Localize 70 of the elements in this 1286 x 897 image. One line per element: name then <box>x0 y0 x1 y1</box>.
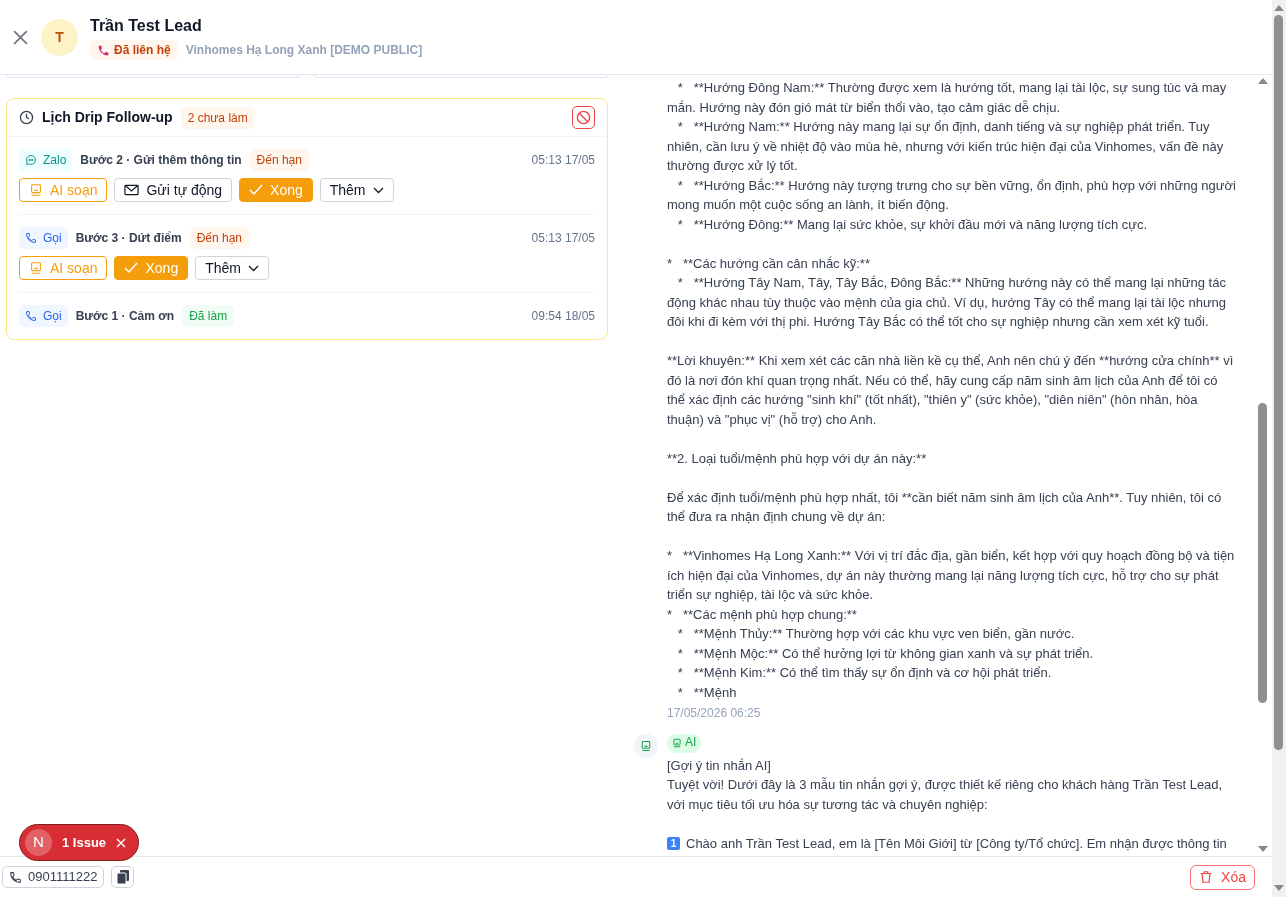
message-paragraph: Chào anh Trần Test Lead, em là [Tên Môi Giới] từ [Công ty/Tổ chức]. Em nhận được thông tin <box>686 834 1227 853</box>
message-paragraph: * **Hướng Tây Nam, Tây, Tây Bắc, Đông Bắc:** Những hướng này có thể mang lại những tác động khác nhau tùy thuộc vào mệnh của gia chủ. Ví dụ, hướng Tây có thể mang lại tài lộc nhưng đôi khi đi kèm với thị phi. Hướng Tây Bắc có thể tốt cho sự nghiệp nhưng cần xem xét kỹ tuổi. <box>667 274 1228 331</box>
message-paragraph: * **Các hướng cần cân nhắc kỹ:** <box>667 254 871 273</box>
avatar: T <box>41 18 78 56</box>
copy-icon <box>116 870 129 884</box>
close-icon[interactable] <box>12 28 29 46</box>
clock-icon <box>19 110 34 125</box>
step-title: Bước 1 · Cảm ơn <box>75 308 175 325</box>
message-paragraph: * **Mệnh Kim:** Có thể tìm thấy sự ổn định và cơ hội phát triển. <box>676 664 1053 682</box>
stop-button[interactable] <box>572 106 595 129</box>
message-paragraph: **2. Loại tuổi/mệnh phù hợp với dự án này:** <box>667 449 928 468</box>
step-time: 09:54 18/05 <box>531 308 595 325</box>
status-badge: Đến hạn <box>189 227 249 249</box>
message-paragraph: * **Hướng Bắc:** Hướng này tượng trưng cho sự bền vững, ổn định, phù hợp với những người mong muốn một cuộc sống an lành, ít biến động. <box>667 176 1237 214</box>
message-paragraph: * **Vinhomes Hạ Long Xanh:** Với vị trí đắc địa, gần biển, kết hợp với quy hoạch đồng bộ và tiện ích hiện đại của Vinhomes, dự án này thường mang lại năng lượng tích cực, hỗ trợ cho sự phát triển sự nghiệp, tài lộc và sức khỏe. <box>667 547 1236 604</box>
message-paragraph: * **Các mệnh phù hợp chung:** <box>667 605 858 624</box>
number-marker: 1 <box>667 837 680 850</box>
channel-tag: Gọi <box>19 305 68 327</box>
project-name: Vinhomes Hạ Long Xanh [DEMO PUBLIC] <box>185 42 423 59</box>
message-paragraph: * **Mệnh Mộc:** Có thể hưởng lợi từ không gian xanh và sự phát triển. <box>676 644 1095 663</box>
more-button[interactable]: Thêm <box>195 256 269 280</box>
phone-button[interactable]: 0901111222 <box>2 866 105 888</box>
pending-badge: 2 chưa làm <box>180 106 255 129</box>
status-badge: Đã làm <box>182 305 235 327</box>
robot-icon <box>640 739 652 752</box>
chevron-down-icon <box>372 186 384 194</box>
mail-icon <box>124 184 140 196</box>
message-paragraph: [Gợi ý tin nhắn AI] <box>667 756 772 775</box>
robot-icon <box>29 183 43 197</box>
chevron-down-icon <box>248 264 259 272</box>
chat-icon <box>25 154 37 166</box>
message-paragraph: * **Hướng Đông Nam:** Thường được xem là hướng tốt, mang lại tài lộc, sự sung túc và may mắn. Hướng này đón gió mát từ biển thổi vào, tạo cảm giác dễ chịu. <box>667 79 1228 117</box>
trash-icon <box>1199 870 1214 884</box>
issue-avatar: N <box>25 829 52 856</box>
card-title: Lịch Drip Follow-up <box>42 108 173 127</box>
phone-icon <box>97 43 110 57</box>
message-paragraph: Để xác định tuổi/mệnh phù hợp nhất, tôi **cần biết năm sinh âm lịch của Anh**. Tuy nhiên, tôi có thể đưa ra nhận định chung về dự án: <box>667 488 1223 526</box>
issue-toast[interactable]: N 1 Issue <box>19 824 139 861</box>
message-paragraph: Tuyệt vời! Dưới đây là 3 mẫu tin nhắn gợi ý, được thiết kế riêng cho khách hàng Trần Test Lead, với mục tiêu tối ưu hóa sự tương tác và chuyên nghiệp: <box>667 776 1224 814</box>
copy-button[interactable] <box>111 866 135 888</box>
check-icon <box>124 262 139 274</box>
delete-button[interactable]: Xóa <box>1190 864 1255 890</box>
scrollbar-thumb[interactable] <box>1258 403 1267 703</box>
step-time: 05:13 17/05 <box>531 152 595 169</box>
ai-badge: AI <box>667 733 702 753</box>
scrollbar-thumb[interactable] <box>1274 15 1283 750</box>
auto-send-button[interactable]: Gửi tự động <box>114 178 233 202</box>
message-paragraph: **Lời khuyên:** Khi xem xét các căn nhà liền kề cụ thể, Anh nên chú ý đến **hướng cửa chính** vì đó là nơi đón khí quan trọng nhất. Nếu có thể, hãy cung cấp năm sinh âm lịch của Anh để tôi có thể xác định các hướng "sinh khí" (tốt nhất), "thiên y" (sức khỏe), "diên niên" (hôn nhân, hòa thuận) và "phục vị" (hỗ trợ) cho Anh. <box>667 352 1235 429</box>
message-paragraph: * **Mệnh Thủy:** Thường hợp với các khu vực ven biển, gần nước. <box>676 625 1076 643</box>
channel-tag: Zalo <box>19 149 73 171</box>
step-title: Bước 3 · Dứt điểm <box>75 230 182 247</box>
prohibited-icon <box>576 110 591 125</box>
message-paragraph: * **Hướng Đông:** Mang lại sức khỏe, sự khởi đầu mới và năng lượng tích cực. <box>676 215 1149 234</box>
status-badge: Đã liên hệ <box>90 40 178 60</box>
step-time: 05:13 17/05 <box>531 230 595 247</box>
channel-tag: Gọi <box>19 227 68 249</box>
status-badge: Đến hạn <box>249 149 309 171</box>
robot-icon <box>29 261 43 275</box>
phone-icon <box>25 232 37 244</box>
step-title: Bước 2 · Gửi thêm thông tin <box>80 152 242 169</box>
issue-count: 1 Issue <box>62 833 107 852</box>
robot-icon <box>672 738 682 748</box>
check-icon <box>249 184 264 196</box>
message-paragraph: * **Hướng Nam:** Hướng này mang lại sự ổn định, danh tiếng và sự nghiệp phát triển. Tuy nhiên, cần lưu ý về nhiệt độ vào mùa hè, nhưng với kiến trúc hiện đại của Vinhomes, vấn đề này thường được xử lý tốt. <box>667 118 1225 175</box>
more-button[interactable]: Thêm <box>319 178 394 202</box>
lead-name: Trần Test Lead <box>90 16 203 36</box>
phone-icon <box>25 310 37 322</box>
phone-icon <box>9 870 22 884</box>
message-time: 17/05/2026 06:25 <box>667 705 762 722</box>
message-paragraph: * **Mệnh <box>676 683 738 702</box>
